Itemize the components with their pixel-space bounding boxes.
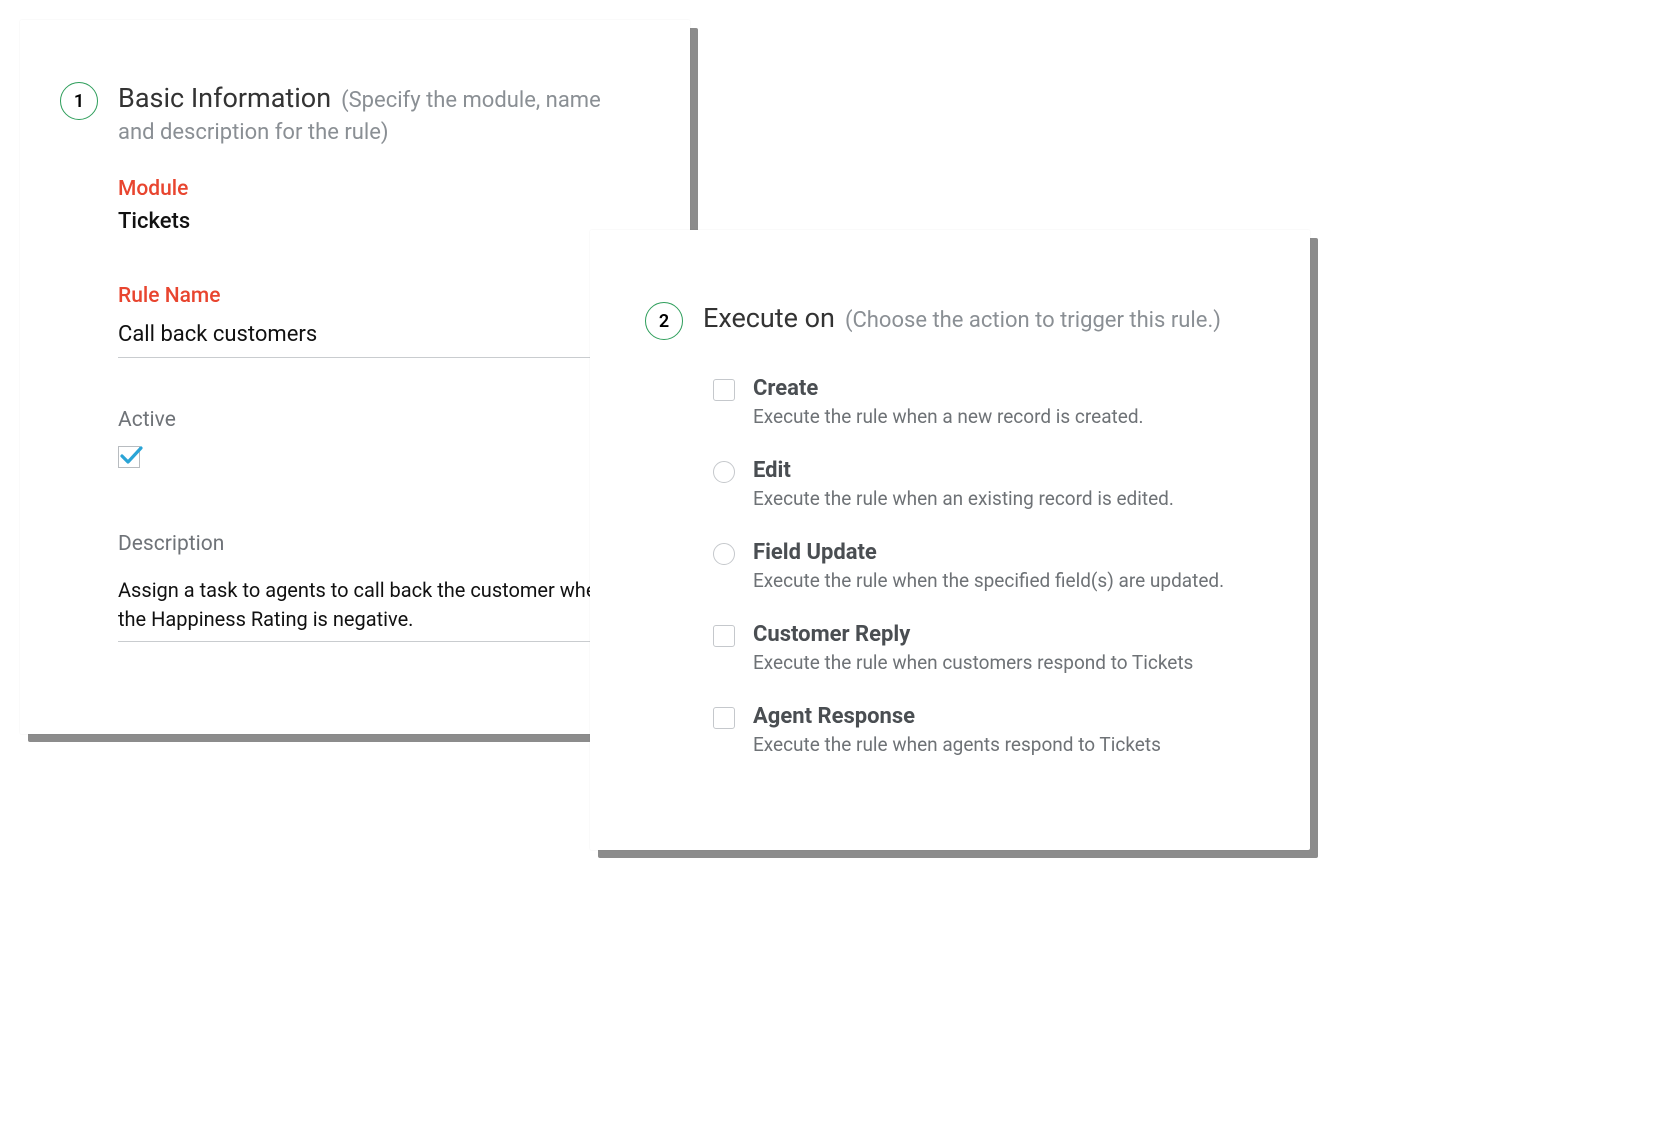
step2-title-row: Execute on (Choose the action to trigger… — [703, 300, 1250, 338]
step2-hint: (Choose the action to trigger this rule.… — [845, 308, 1221, 333]
option-body: Agent Response Execute the rule when age… — [753, 704, 1250, 756]
description-label: Description — [118, 532, 630, 556]
rulename-field: Rule Name — [118, 284, 630, 358]
step1-title-row: Basic Information (Specify the module, n… — [118, 80, 630, 149]
execute-on-card: 2 Execute on (Choose the action to trigg… — [590, 230, 1310, 850]
execute-on-options: Create Execute the rule when a new recor… — [713, 376, 1250, 756]
option-title: Edit — [753, 458, 1250, 483]
active-field: Active — [118, 408, 630, 472]
step2-title: Execute on — [703, 302, 835, 334]
checkmark-icon — [118, 443, 144, 469]
option-desc: Execute the rule when agents respond to … — [753, 733, 1250, 756]
option-agent-response[interactable]: Agent Response Execute the rule when age… — [713, 704, 1250, 756]
option-desc: Execute the rule when an existing record… — [753, 487, 1250, 510]
option-title: Agent Response — [753, 704, 1250, 729]
option-create[interactable]: Create Execute the rule when a new recor… — [713, 376, 1250, 428]
checkbox-icon[interactable] — [713, 625, 735, 647]
option-edit[interactable]: Edit Execute the rule when an existing r… — [713, 458, 1250, 510]
description-input[interactable] — [118, 570, 630, 642]
active-label: Active — [118, 408, 630, 432]
option-desc: Execute the rule when a new record is cr… — [753, 405, 1250, 428]
checkbox-icon[interactable] — [713, 707, 735, 729]
radio-icon[interactable] — [713, 461, 735, 483]
active-checkbox[interactable] — [118, 446, 140, 468]
module-field: Module Tickets — [118, 177, 630, 234]
step1-badge: 1 — [60, 82, 98, 120]
description-field: Description — [118, 532, 630, 646]
step1-header: 1 Basic Information (Specify the module,… — [60, 80, 630, 149]
option-title: Customer Reply — [753, 622, 1250, 647]
option-desc: Execute the rule when customers respond … — [753, 651, 1250, 674]
option-field-update[interactable]: Field Update Execute the rule when the s… — [713, 540, 1250, 592]
step2-badge: 2 — [645, 302, 683, 340]
option-body: Customer Reply Execute the rule when cus… — [753, 622, 1250, 674]
rulename-input[interactable] — [118, 316, 630, 358]
radio-icon[interactable] — [713, 543, 735, 565]
step2-header: 2 Execute on (Choose the action to trigg… — [645, 300, 1250, 340]
option-customer-reply[interactable]: Customer Reply Execute the rule when cus… — [713, 622, 1250, 674]
option-desc: Execute the rule when the specified fiel… — [753, 569, 1250, 592]
option-body: Field Update Execute the rule when the s… — [753, 540, 1250, 592]
step1-title: Basic Information — [118, 82, 331, 114]
rulename-label: Rule Name — [118, 284, 630, 308]
module-label: Module — [118, 177, 630, 201]
module-value: Tickets — [118, 209, 630, 234]
option-title: Create — [753, 376, 1250, 401]
option-body: Edit Execute the rule when an existing r… — [753, 458, 1250, 510]
option-title: Field Update — [753, 540, 1250, 565]
checkbox-icon[interactable] — [713, 379, 735, 401]
option-body: Create Execute the rule when a new recor… — [753, 376, 1250, 428]
